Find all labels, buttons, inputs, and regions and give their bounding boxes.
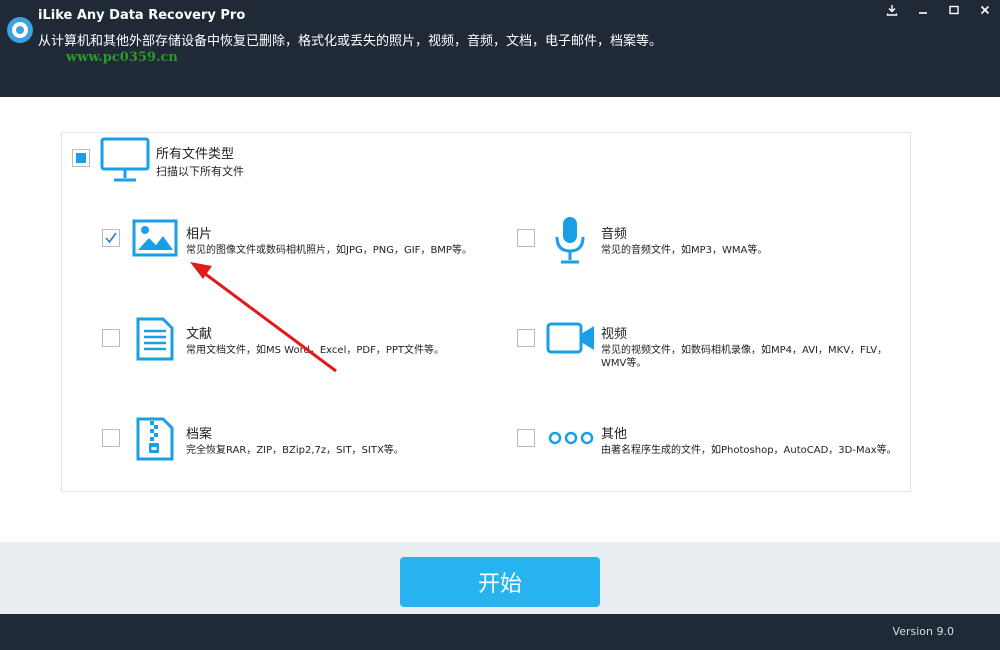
audio-desc: 常见的音频文件，如MP3，WMA等。	[601, 245, 768, 256]
zip-archive-icon	[136, 417, 174, 461]
watermark: www.pc0359.cn	[66, 50, 178, 65]
close-icon	[980, 5, 989, 15]
download-icon	[886, 5, 897, 16]
app-logo-icon	[7, 17, 33, 43]
title-bar: iLike Any Data Recovery Pro 从计算机和其他外部存储设…	[0, 0, 1000, 97]
all-types-checkbox[interactable]	[72, 149, 90, 167]
file-type-panel: 所有文件类型 扫描以下所有文件 相片 常见的图像文件或数码相机照片，如JPG，P…	[61, 132, 911, 492]
status-bar: Version 9.0	[0, 614, 1000, 650]
start-button[interactable]: 开始	[400, 557, 600, 607]
video-desc: 常见的视频文件，如数码相机录像，如MP4，AVI，MKV，FLV，WMV等。	[601, 345, 888, 369]
monitor-icon	[100, 137, 150, 185]
photo-checkbox[interactable]	[102, 229, 120, 247]
other-desc: 由著名程序生成的文件，如Photoshop，AutoCAD，3D-Max等。	[601, 445, 897, 456]
minimize-icon	[918, 12, 927, 14]
minimize-button[interactable]	[907, 0, 938, 20]
archive-checkbox[interactable]	[102, 429, 120, 447]
maximize-button[interactable]	[938, 0, 969, 20]
app-subtitle: 从计算机和其他外部存储设备中恢复已删除，格式化或丢失的照片，视频，音频，文档，电…	[38, 34, 663, 49]
photo-desc: 常见的图像文件或数码相机照片，如JPG，PNG，GIF，BMP等。	[186, 245, 472, 256]
maximize-icon	[948, 5, 959, 15]
document-desc: 常用文档文件，如MS Word，Excel，PDF，PPT文件等。	[186, 345, 444, 356]
microphone-icon	[552, 215, 588, 265]
archive-desc: 完全恢复RAR，ZIP，BZip2,7z，SIT，SITX等。	[186, 445, 404, 456]
all-types-title: 所有文件类型	[156, 147, 235, 162]
image-icon	[132, 219, 178, 257]
window-controls	[876, 0, 1000, 20]
photo-title: 相片	[186, 227, 213, 242]
video-checkbox[interactable]	[517, 329, 535, 347]
document-icon	[136, 317, 174, 361]
audio-checkbox[interactable]	[517, 229, 535, 247]
other-title: 其他	[601, 427, 628, 442]
download-button[interactable]	[876, 0, 907, 20]
video-title: 视频	[601, 327, 628, 342]
document-title: 文献	[186, 327, 213, 342]
app-title: iLike Any Data Recovery Pro	[38, 8, 246, 23]
all-types-desc: 扫描以下所有文件	[156, 165, 244, 178]
document-checkbox[interactable]	[102, 329, 120, 347]
more-dots-icon	[548, 431, 594, 445]
version-label: Version 9.0	[892, 625, 954, 638]
archive-title: 档案	[186, 427, 213, 442]
audio-title: 音频	[601, 227, 628, 242]
other-checkbox[interactable]	[517, 429, 535, 447]
main-content: 所有文件类型 扫描以下所有文件 相片 常见的图像文件或数码相机照片，如JPG，P…	[0, 97, 1000, 542]
video-camera-icon	[546, 321, 596, 355]
check-icon	[105, 232, 117, 244]
close-button[interactable]	[969, 0, 1000, 20]
